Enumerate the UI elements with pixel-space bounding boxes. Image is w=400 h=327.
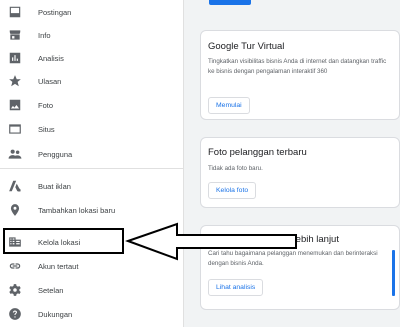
users-icon	[8, 147, 22, 161]
sidebar-item-ulasan[interactable]: Ulasan	[0, 69, 183, 93]
sidebar-item-setelan[interactable]: Setelan	[0, 278, 183, 302]
sidebar-item-pengguna[interactable]: Pengguna	[0, 142, 183, 166]
sidebar-divider	[0, 168, 183, 169]
location-pin-icon	[8, 203, 22, 217]
card-description: Cari tahu bagaimana pelanggan menemukan …	[208, 250, 378, 267]
card-title: Google Tur Virtual	[208, 41, 285, 52]
website-icon	[8, 122, 22, 136]
annotation-highlight-box	[3, 228, 124, 254]
link-icon	[8, 259, 22, 273]
manage-photos-button[interactable]: Kelola foto	[208, 182, 257, 199]
sidebar-nav: Postingan Info Analisis Ulasan Foto Situ…	[0, 0, 184, 327]
card-title: Foto pelanggan terbaru	[208, 147, 307, 158]
sidebar-item-postingan[interactable]: Postingan	[0, 0, 183, 24]
sidebar-item-tambahkan-lokasi[interactable]: Tambahkan lokasi baru	[0, 198, 183, 222]
gear-icon	[8, 283, 22, 297]
insights-icon	[8, 51, 22, 65]
main-content: Google Tur Virtual Tingkatkan visibilita…	[184, 0, 400, 327]
ads-icon	[8, 179, 22, 193]
scrollbar-thumb[interactable]	[392, 250, 395, 296]
card-description: Tidak ada foto baru.	[208, 165, 263, 172]
sidebar-item-label: Akun tertaut	[38, 261, 79, 271]
sidebar-item-label: Foto	[38, 100, 54, 110]
sidebar-item-akun-tertaut[interactable]: Akun tertaut	[0, 254, 183, 278]
sidebar-item-label: Buat iklan	[38, 181, 71, 191]
sidebar-item-label: Ulasan	[38, 76, 62, 86]
sidebar-item-label: Pengguna	[38, 149, 73, 159]
learn-business-card: Pelajari bisnis Anda lebih lanjut Cari t…	[200, 225, 400, 310]
sidebar-item-dukungan[interactable]: Dukungan	[0, 302, 183, 326]
sidebar-item-label: Info	[38, 30, 51, 40]
start-tour-button[interactable]: Memulai	[208, 97, 250, 114]
sidebar-item-situs[interactable]: Situs	[0, 117, 183, 141]
sidebar-item-label: Dukungan	[38, 309, 73, 319]
customer-photos-card: Foto pelanggan terbaru Tidak ada foto ba…	[200, 137, 400, 208]
sidebar-item-analisis[interactable]: Analisis	[0, 46, 183, 70]
star-icon	[8, 74, 22, 88]
help-icon	[8, 307, 22, 321]
view-insights-button[interactable]: Lihat analisis	[208, 279, 264, 296]
virtual-tour-card: Google Tur Virtual Tingkatkan visibilita…	[200, 30, 400, 120]
sidebar-item-buat-iklan[interactable]: Buat iklan	[0, 174, 183, 198]
sidebar-item-label: Analisis	[38, 53, 64, 63]
card-title: Pelajari bisnis Anda lebih lanjut	[208, 234, 339, 245]
photo-icon	[8, 98, 22, 112]
sidebar-item-label: Situs	[38, 124, 55, 134]
storefront-icon	[8, 28, 22, 42]
sidebar-item-info[interactable]: Info	[0, 23, 183, 47]
card-description: Tingkatkan visibilitas bisnis Anda di in…	[208, 58, 387, 75]
sidebar-item-label: Postingan	[38, 7, 72, 17]
sidebar-item-foto[interactable]: Foto	[0, 93, 183, 117]
sidebar-item-label: Setelan	[38, 285, 64, 295]
post-icon	[8, 5, 22, 19]
sidebar-item-label: Tambahkan lokasi baru	[38, 205, 116, 215]
